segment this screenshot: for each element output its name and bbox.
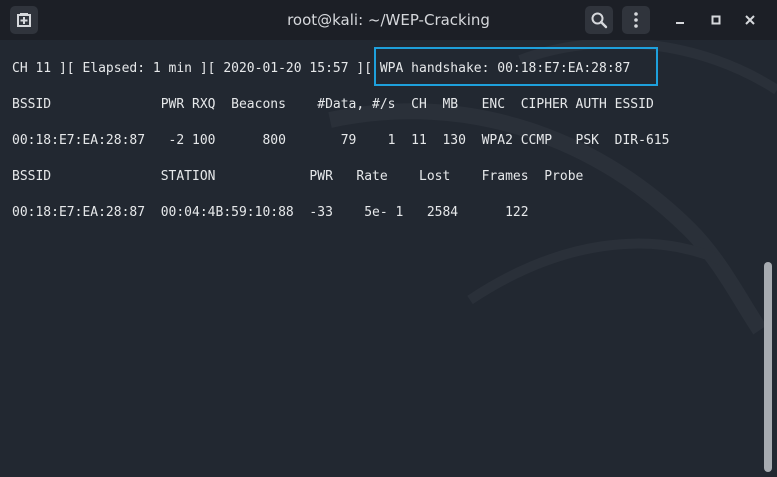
- maximize-icon[interactable]: [708, 12, 724, 28]
- scrollbar[interactable]: [764, 262, 772, 472]
- title-bar: root@kali: ~/WEP-Cracking: [0, 0, 777, 40]
- search-button[interactable]: [585, 6, 613, 34]
- ap-table-row: 00:18:E7:EA:28:87 -2 100 800 79 1 11 130…: [12, 133, 670, 148]
- search-icon: [591, 12, 608, 29]
- menu-dots-icon: [634, 12, 638, 28]
- station-table-row: 00:18:E7:EA:28:87 00:04:4B:59:10:88 -33 …: [12, 205, 529, 220]
- close-icon[interactable]: [742, 12, 758, 28]
- menu-button[interactable]: [622, 6, 650, 34]
- station-table-header: BSSID STATION PWR Rate Lost Frames Probe: [12, 169, 584, 184]
- ap-table-header: BSSID PWR RXQ Beacons #Data, #/s CH MB E…: [12, 97, 654, 112]
- window-title: root@kali: ~/WEP-Cracking: [287, 11, 490, 29]
- minimize-icon[interactable]: [672, 12, 688, 28]
- terminal-window: root@kali: ~/WEP-Cracking CH 11 ][ Elaps…: [0, 0, 777, 477]
- handshake-highlight-box: [374, 47, 658, 86]
